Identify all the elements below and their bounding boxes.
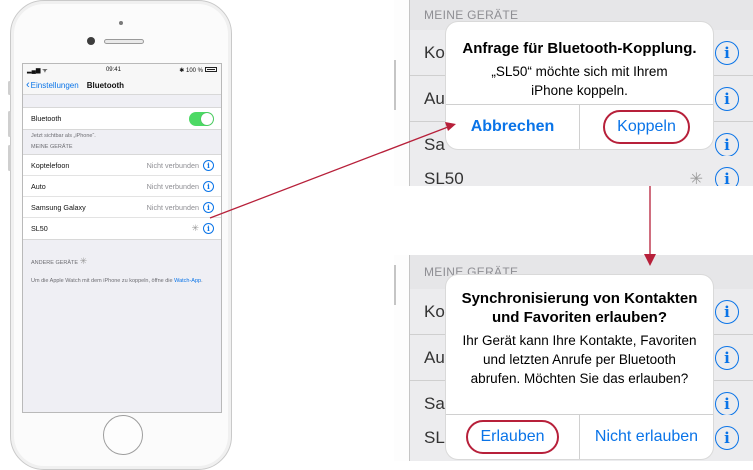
my-devices-list: Koptelefoon Nicht verbunden i Auto Nicht … <box>23 154 221 240</box>
device-name: Sa <box>424 393 445 413</box>
watch-pairing-note: Um die Apple Watch mit dem iPhone zu kop… <box>23 271 221 285</box>
device-name: Sa <box>424 134 445 154</box>
spinner-icon: ✳ <box>689 171 703 186</box>
zoom-panel-sync: MEINE GERÄTE Ko i Au i Sa i SL i Synchronisi… <box>394 255 753 461</box>
highlight-ring: Erlauben <box>466 420 559 454</box>
alert-message-line: Ihr Gerät kann Ihre Kontakte, Favoriten <box>462 333 697 348</box>
info-icon[interactable]: i <box>715 426 739 450</box>
battery-percent: 100 % <box>185 67 203 74</box>
bluetooth-status-icon: ✱ <box>179 67 185 74</box>
info-icon[interactable]: i <box>715 299 739 324</box>
iphone-device: ▂▄▆ ᯤ 09:41 ✱ 100 % ‹ Einstellungen Bluet… <box>8 0 232 470</box>
battery-icon <box>205 67 217 73</box>
device-row-sl50[interactable]: SL50 ✳ i <box>23 218 221 239</box>
signal-wifi-indicator: ▂▄▆ ᯤ <box>27 66 48 74</box>
device-row[interactable]: SL50 ✳ i <box>410 156 753 186</box>
device-row-auto[interactable]: Auto Nicht verbunden i <box>23 176 221 197</box>
phone-bezel-edge <box>394 0 410 186</box>
info-icon[interactable]: i <box>203 223 214 234</box>
bluetooth-toggle[interactable] <box>189 111 214 126</box>
home-button[interactable] <box>103 415 143 455</box>
spinner-icon: ✳ <box>191 223 199 233</box>
other-devices-header: ANDERE GERÄTE ✳ <box>23 254 221 271</box>
bluetooth-label: Bluetooth <box>31 114 62 123</box>
side-button <box>394 265 396 305</box>
navigation-bar: ‹ Einstellungen Bluetooth <box>23 76 221 95</box>
device-name: Ko <box>424 42 445 62</box>
battery-indicator: ✱ 100 % <box>179 67 217 74</box>
back-button-label: Einstellungen <box>30 80 79 90</box>
signal-icon: ▂▄▆ <box>27 68 41 74</box>
info-icon[interactable]: i <box>715 391 739 416</box>
device-name: SL50 <box>31 224 48 233</box>
highlight-ring: Koppeln <box>603 110 690 144</box>
device-name: Koptelefoon <box>31 160 70 170</box>
sync-permission-alert: Synchronisierung von Kontakten und Favor… <box>446 275 713 459</box>
front-camera <box>87 37 95 45</box>
device-row-koptelefoon[interactable]: Koptelefoon Nicht verbunden i <box>23 155 221 176</box>
back-button[interactable]: ‹ Einstellungen <box>26 79 79 91</box>
device-name: Samsung Galaxy <box>31 202 86 212</box>
phone-bezel-edge <box>394 255 410 461</box>
alert-buttons: Erlauben Nicht erlauben <box>446 414 713 459</box>
status-time: 09:41 <box>105 67 121 73</box>
device-name: Auto <box>31 181 46 191</box>
info-icon[interactable]: i <box>715 86 739 111</box>
alert-message-line: und letzten Anrufe per Bluetooth <box>483 352 676 367</box>
alert-message-line: iPhone koppeln. <box>531 83 628 98</box>
info-icon[interactable]: i <box>715 132 739 157</box>
info-icon[interactable]: i <box>715 345 739 370</box>
device-name: SL50 <box>424 169 464 186</box>
zoom-panel-pairing: MEINE GERÄTE Ko i Au i Sa i SL50 ✳ i Anfrage … <box>394 0 753 186</box>
deny-button[interactable]: Nicht erlauben <box>579 415 713 459</box>
device-row-samsung-galaxy[interactable]: Samsung Galaxy Nicht verbunden i <box>23 197 221 218</box>
other-devices-label: ANDERE GERÄTE <box>31 260 79 266</box>
alert-title: und Favoriten erlauben? <box>491 309 668 326</box>
side-button <box>394 60 396 110</box>
chevron-left-icon: ‹ <box>26 79 30 91</box>
device-name: SL <box>424 428 445 447</box>
alert-title: Anfrage für Bluetooth-Kopplung. <box>462 40 697 57</box>
bluetooth-row: Bluetooth <box>23 108 221 129</box>
volume-down-button <box>8 145 11 171</box>
watch-note-end: . <box>201 278 203 284</box>
proximity-sensor <box>119 21 123 25</box>
info-icon[interactable]: i <box>203 180 214 192</box>
info-icon[interactable]: i <box>715 40 739 65</box>
device-name: Au <box>424 88 445 108</box>
info-icon[interactable]: i <box>203 159 214 171</box>
alert-buttons: Abbrechen Koppeln <box>446 104 713 149</box>
allow-button[interactable]: Erlauben <box>446 415 579 459</box>
bluetooth-toggle-group: Bluetooth <box>23 107 221 130</box>
spinner-icon: ✳ <box>79 256 88 266</box>
device-status: Nicht verbunden <box>146 202 199 212</box>
watch-app-link[interactable]: Watch-App <box>174 278 201 284</box>
alert-message-line: abrufen. Möchten Sie das erlauben? <box>470 371 689 386</box>
pairing-request-alert: Anfrage für Bluetooth-Kopplung. „SL50“ m… <box>446 22 713 149</box>
pair-button[interactable]: Koppeln <box>579 105 713 149</box>
earpiece-speaker <box>104 39 144 44</box>
device-name: Au <box>424 347 445 367</box>
device-status: Nicht verbunden <box>146 160 199 170</box>
alert-message-line: „SL50“ möchte sich mit Ihrem <box>491 64 668 79</box>
device-name: Ko <box>424 301 445 321</box>
phone-screen: ▂▄▆ ᯤ 09:41 ✱ 100 % ‹ Einstellungen Bluet… <box>22 63 222 413</box>
alert-title: Synchronisierung von Kontakten <box>461 290 698 307</box>
watch-note-text: Um die Apple Watch mit dem iPhone zu kop… <box>31 278 175 284</box>
page-title: Bluetooth <box>86 80 125 90</box>
mute-switch <box>8 81 11 95</box>
cancel-button[interactable]: Abbrechen <box>446 105 579 149</box>
info-icon[interactable]: i <box>203 201 214 213</box>
device-status: Nicht verbunden <box>146 181 199 191</box>
visibility-note: Jetzt sichtbar als „iPhone“. <box>31 133 96 139</box>
volume-up-button <box>8 111 11 137</box>
section-header: MEINE GERÄTE <box>424 8 519 22</box>
status-bar: ▂▄▆ ᯤ 09:41 ✱ 100 % <box>23 64 221 76</box>
info-icon[interactable]: i <box>715 167 739 186</box>
wifi-icon: ᯤ <box>42 68 48 74</box>
my-devices-header: MEINE GERÄTE <box>31 144 73 150</box>
